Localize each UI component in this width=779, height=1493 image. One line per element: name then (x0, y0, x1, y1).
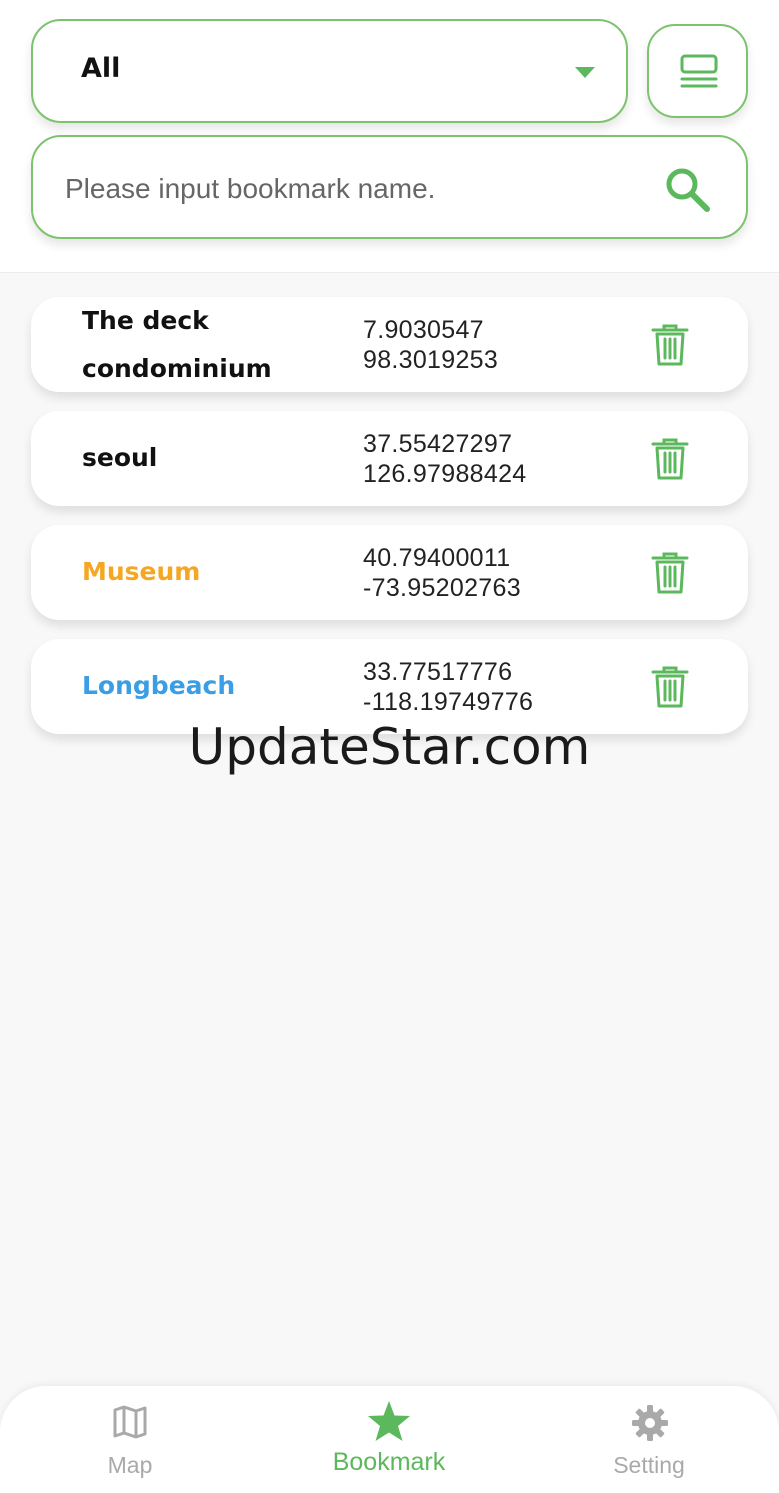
bookmark-longitude: -73.95202763 (363, 574, 521, 602)
bookmark-item[interactable]: The deck condominium 7.9030547 98.301925… (31, 297, 748, 392)
bookmark-longitude: 126.97988424 (363, 460, 527, 488)
bookmark-latitude: 33.77517776 (363, 658, 513, 686)
trash-icon[interactable] (651, 551, 689, 595)
bookmark-latitude: 40.79400011 (363, 544, 511, 572)
trash-icon[interactable] (651, 437, 689, 481)
search-input[interactable] (63, 165, 647, 213)
list-view-toggle-button[interactable] (647, 24, 748, 118)
category-selected-value: All (81, 53, 121, 84)
watermark: UpdateStar.com (188, 718, 591, 776)
bookmark-latitude: 37.55427297 (363, 430, 513, 458)
nav-item-setting[interactable]: Setting (569, 1404, 729, 1484)
search-icon[interactable] (663, 165, 711, 213)
trash-icon[interactable] (651, 323, 689, 367)
gear-icon (632, 1405, 668, 1441)
bookmark-longitude: -118.19749776 (363, 688, 534, 716)
bookmark-item[interactable]: Museum 40.79400011 -73.95202763 (31, 525, 748, 620)
nav-item-map[interactable]: Map (50, 1404, 210, 1484)
search-box (31, 135, 748, 239)
bottom-navigation: Map Bookmark Setting (0, 1386, 779, 1493)
map-icon (113, 1405, 147, 1439)
header: All (0, 0, 779, 273)
bookmark-coordinates: 33.77517776 -118.19749776 (363, 657, 533, 717)
bookmark-name: Museum (82, 557, 201, 586)
bookmark-name: Longbeach (82, 671, 236, 700)
bookmark-item[interactable]: seoul 37.55427297 126.97988424 (31, 411, 748, 506)
category-dropdown[interactable]: All (31, 19, 628, 123)
bookmark-coordinates: 37.55427297 126.97988424 (363, 429, 527, 489)
star-icon (368, 1401, 410, 1441)
nav-item-bookmark[interactable]: Bookmark (309, 1401, 469, 1484)
nav-label-setting: Setting (613, 1452, 685, 1478)
bookmark-coordinates: 40.79400011 -73.95202763 (363, 543, 521, 603)
list-view-icon (680, 54, 718, 88)
bookmark-coordinates: 7.9030547 98.3019253 (363, 315, 498, 375)
dropdown-caret-icon (575, 67, 595, 78)
bookmark-latitude: 7.9030547 (363, 316, 484, 344)
bookmark-screen: All The deck condominium 7.9030547 98.30… (0, 0, 779, 1493)
nav-label-map: Map (107, 1452, 153, 1478)
bookmark-longitude: 98.3019253 (363, 346, 499, 374)
nav-label-bookmark: Bookmark (332, 1448, 446, 1476)
bookmark-name: seoul (82, 443, 158, 472)
bookmark-name: The deck condominium (82, 306, 272, 383)
trash-icon[interactable] (651, 665, 689, 709)
